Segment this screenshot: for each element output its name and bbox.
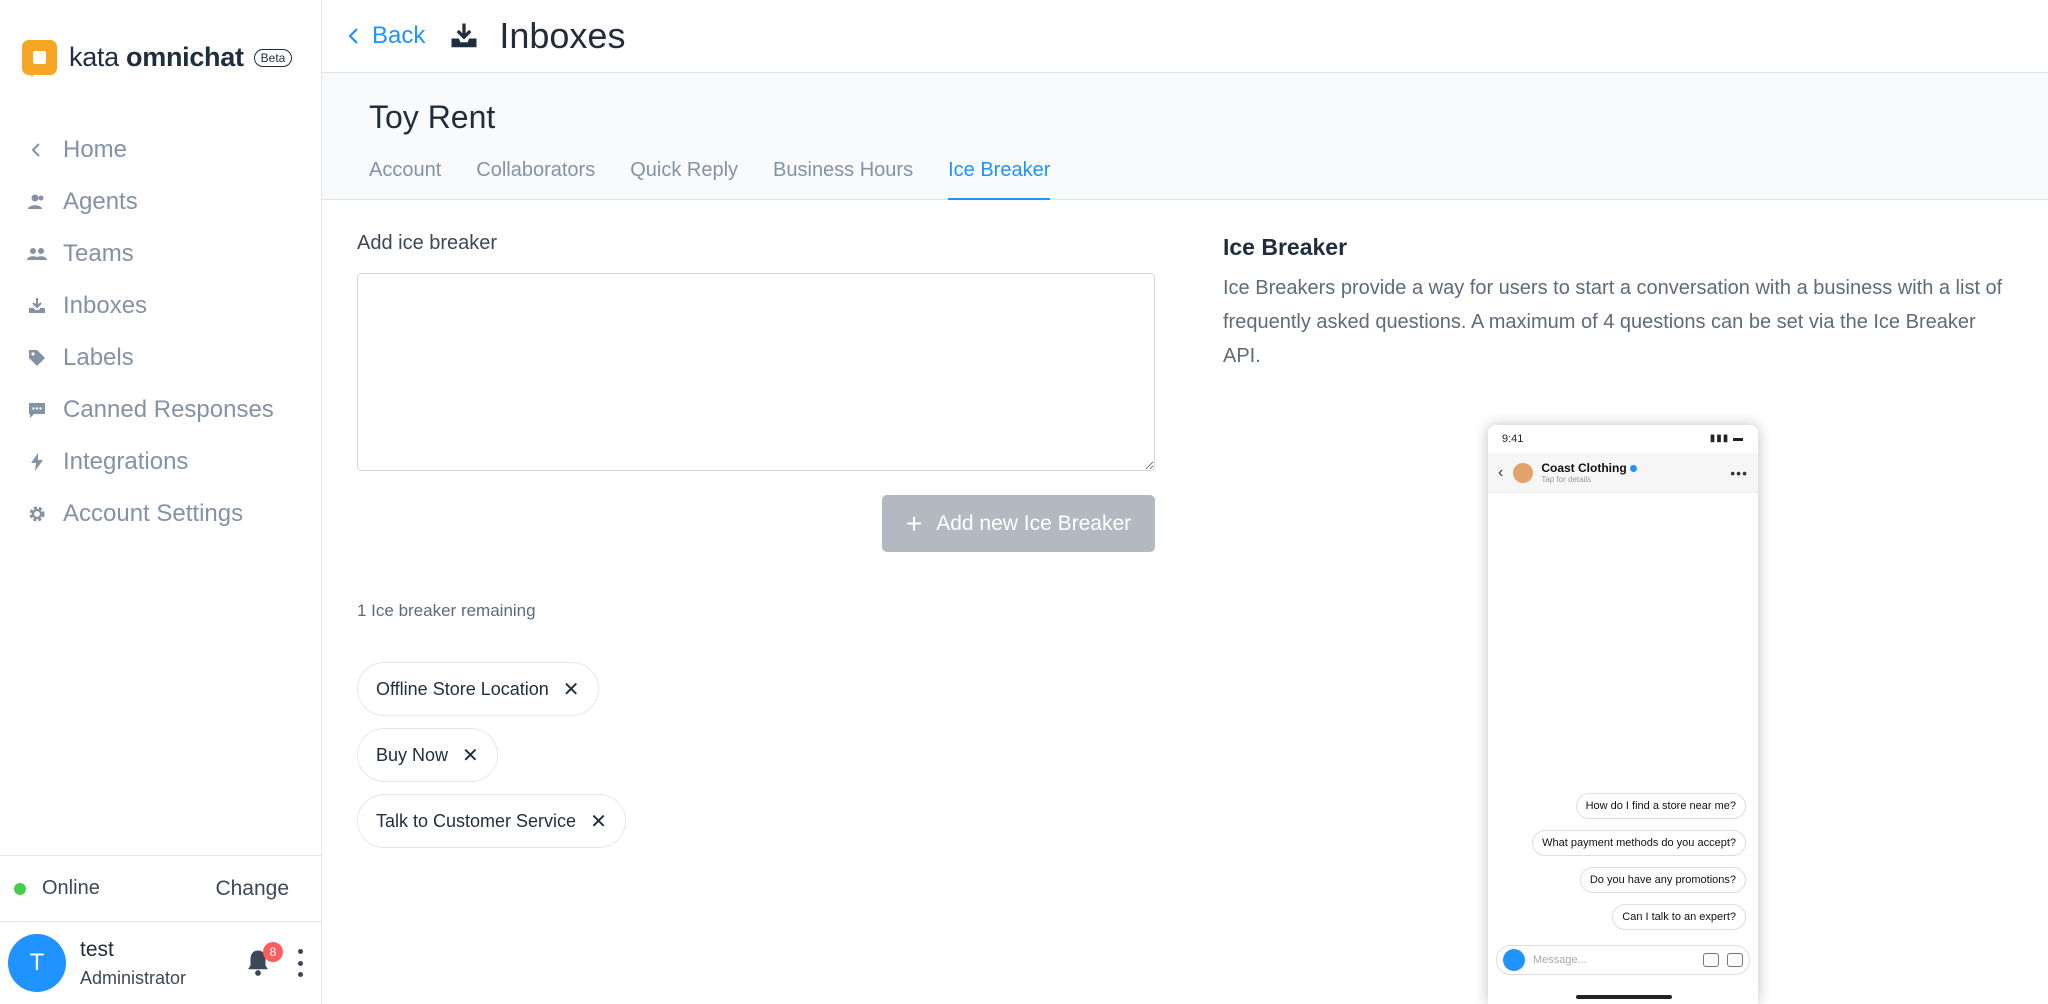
sidebar-item-teams[interactable]: Teams [0, 228, 321, 280]
phone-chat-header: ‹ Coast Clothing Tap for details ••• [1488, 453, 1758, 493]
sidebar-item-label: Teams [63, 240, 134, 267]
chevron-left-icon: ‹ [1498, 463, 1504, 481]
tab-collaborators[interactable]: Collaborators [476, 159, 595, 200]
tab-quick-reply[interactable]: Quick Reply [630, 159, 738, 200]
agents-icon [26, 191, 48, 213]
add-ice-breaker-label: Add new Ice Breaker [936, 511, 1132, 535]
availability-status: Online Change [0, 855, 321, 921]
settings-tabs: Account Collaborators Quick Reply Busine… [369, 159, 1085, 200]
sidebar-item-canned-responses[interactable]: Canned Responses [0, 384, 321, 436]
avatar[interactable]: T [8, 934, 66, 992]
inbox-settings-header: Toy Rent Account Collaborators Quick Rep… [322, 73, 2048, 200]
teams-icon [26, 243, 48, 265]
change-status-button[interactable]: Change [215, 877, 289, 901]
sidebar-item-label: Inboxes [63, 292, 148, 319]
ice-breaker-chip: Buy Now ✕ [357, 728, 498, 782]
signal-icon: ▮▮▮ ▬ [1709, 433, 1744, 444]
current-user: T test Administrator 8 [0, 921, 321, 1004]
info-title: Ice Breaker [1223, 234, 1348, 260]
tab-account[interactable]: Account [369, 159, 441, 200]
tab-business-hours[interactable]: Business Hours [773, 159, 913, 200]
page-title: Inboxes [499, 15, 626, 56]
tag-icon [26, 347, 48, 369]
gallery-icon [1703, 953, 1719, 967]
sidebar-item-label: Account Settings [63, 500, 244, 527]
verified-icon [1629, 465, 1637, 472]
user-role: Administrator [80, 967, 187, 988]
add-ice-breaker-label: Add ice breaker [357, 232, 498, 254]
brand-logo[interactable]: kata omnichat Beta [22, 40, 293, 77]
inbox-icon [451, 23, 477, 48]
inbox-name: Toy Rent [369, 99, 496, 135]
preview-question: Can I talk to an expert? [1612, 904, 1746, 930]
message-placeholder: Message... [1533, 954, 1587, 966]
gear-icon [26, 503, 48, 525]
chat-icon [26, 399, 48, 421]
sidebar-item-account-settings[interactable]: Account Settings [0, 488, 321, 540]
brand-name: kata omnichat [69, 42, 244, 73]
info-description: Ice Breakers provide a way for users to … [1223, 277, 2003, 367]
sidebar-item-agents[interactable]: Agents [0, 176, 321, 228]
top-bar: Back Inboxes [322, 0, 2048, 73]
preview-question: What payment methods do you accept? [1532, 830, 1746, 856]
ice-breaker-preview-image: 9:41 ▮▮▮ ▬ ‹ Coast Clothing Tap for deta… [1488, 425, 1758, 1004]
sidebar-item-labels[interactable]: Labels [0, 332, 321, 384]
inbox-icon [26, 295, 48, 317]
chip-label: Offline Store Location [376, 678, 549, 699]
chevron-left-icon [26, 139, 48, 161]
home-indicator [1576, 995, 1672, 999]
sidebar-nav: Home Agents Teams Inboxes Labels Canned … [0, 124, 321, 540]
sticker-icon [1727, 953, 1743, 967]
ice-breaker-chip: Talk to Customer Service ✕ [357, 794, 626, 848]
brand-name-bold: omnichat [126, 42, 244, 72]
business-subtitle: Tap for details [1541, 475, 1592, 484]
sidebar-item-label: Canned Responses [63, 396, 274, 423]
online-status-dot [14, 882, 26, 895]
sidebar-item-label: Home [63, 136, 128, 163]
bolt-icon [26, 451, 48, 473]
user-name: test [80, 937, 114, 961]
ice-breaker-info: Ice Breaker Ice Breakers provide a way f… [1223, 234, 2013, 373]
remove-chip-icon[interactable]: ✕ [590, 809, 607, 834]
phone-status-bar: 9:41 ▮▮▮ ▬ [1488, 425, 1758, 453]
notifications-button[interactable]: 8 [243, 942, 283, 978]
sidebar-item-inboxes[interactable]: Inboxes [0, 280, 321, 332]
sidebar-item-label: Labels [63, 344, 134, 371]
back-button[interactable]: Back [344, 22, 425, 50]
sidebar-item-home[interactable]: Home [0, 124, 321, 176]
ice-breaker-chip: Offline Store Location ✕ [357, 662, 599, 716]
plus-icon: + [905, 507, 923, 539]
remove-chip-icon[interactable]: ✕ [563, 677, 580, 702]
back-label: Back [372, 22, 426, 49]
tab-ice-breaker[interactable]: Ice Breaker [948, 159, 1051, 200]
business-avatar [1513, 462, 1534, 483]
remaining-count: 1 Ice breaker remaining [357, 601, 536, 620]
sidebar: kata omnichat Beta Home Agents Teams Inb… [0, 0, 322, 1004]
sidebar-item-label: Agents [63, 188, 138, 215]
business-info: Coast Clothing Tap for details [1541, 461, 1637, 484]
ice-breaker-input[interactable] [357, 273, 1155, 471]
more-icon: ••• [1730, 464, 1748, 481]
phone-time: 9:41 [1502, 433, 1524, 445]
brand-name-light: kata [69, 42, 119, 72]
add-ice-breaker-button[interactable]: + Add new Ice Breaker [882, 495, 1155, 552]
kata-logo-icon [22, 40, 57, 77]
ice-breaker-form: Add ice breaker + Add new Ice Breaker 1 … [357, 232, 1155, 848]
preview-question: Do you have any promotions? [1579, 867, 1746, 893]
business-name: Coast Clothing [1541, 461, 1627, 475]
camera-icon [1503, 949, 1525, 971]
status-label: Online [42, 877, 100, 899]
chip-label: Buy Now [376, 744, 449, 765]
beta-badge: Beta [253, 48, 293, 67]
sidebar-item-label: Integrations [63, 448, 189, 475]
chip-label: Talk to Customer Service [376, 810, 577, 831]
sidebar-item-integrations[interactable]: Integrations [0, 436, 321, 488]
remove-chip-icon[interactable]: ✕ [462, 743, 479, 768]
user-meta: test Administrator [80, 938, 243, 989]
chevron-left-icon [348, 28, 358, 44]
notification-count-badge: 8 [263, 942, 283, 962]
more-options-icon[interactable] [295, 949, 305, 977]
phone-message-input: Message... [1496, 945, 1750, 975]
preview-question: How do I find a store near me? [1575, 793, 1746, 819]
